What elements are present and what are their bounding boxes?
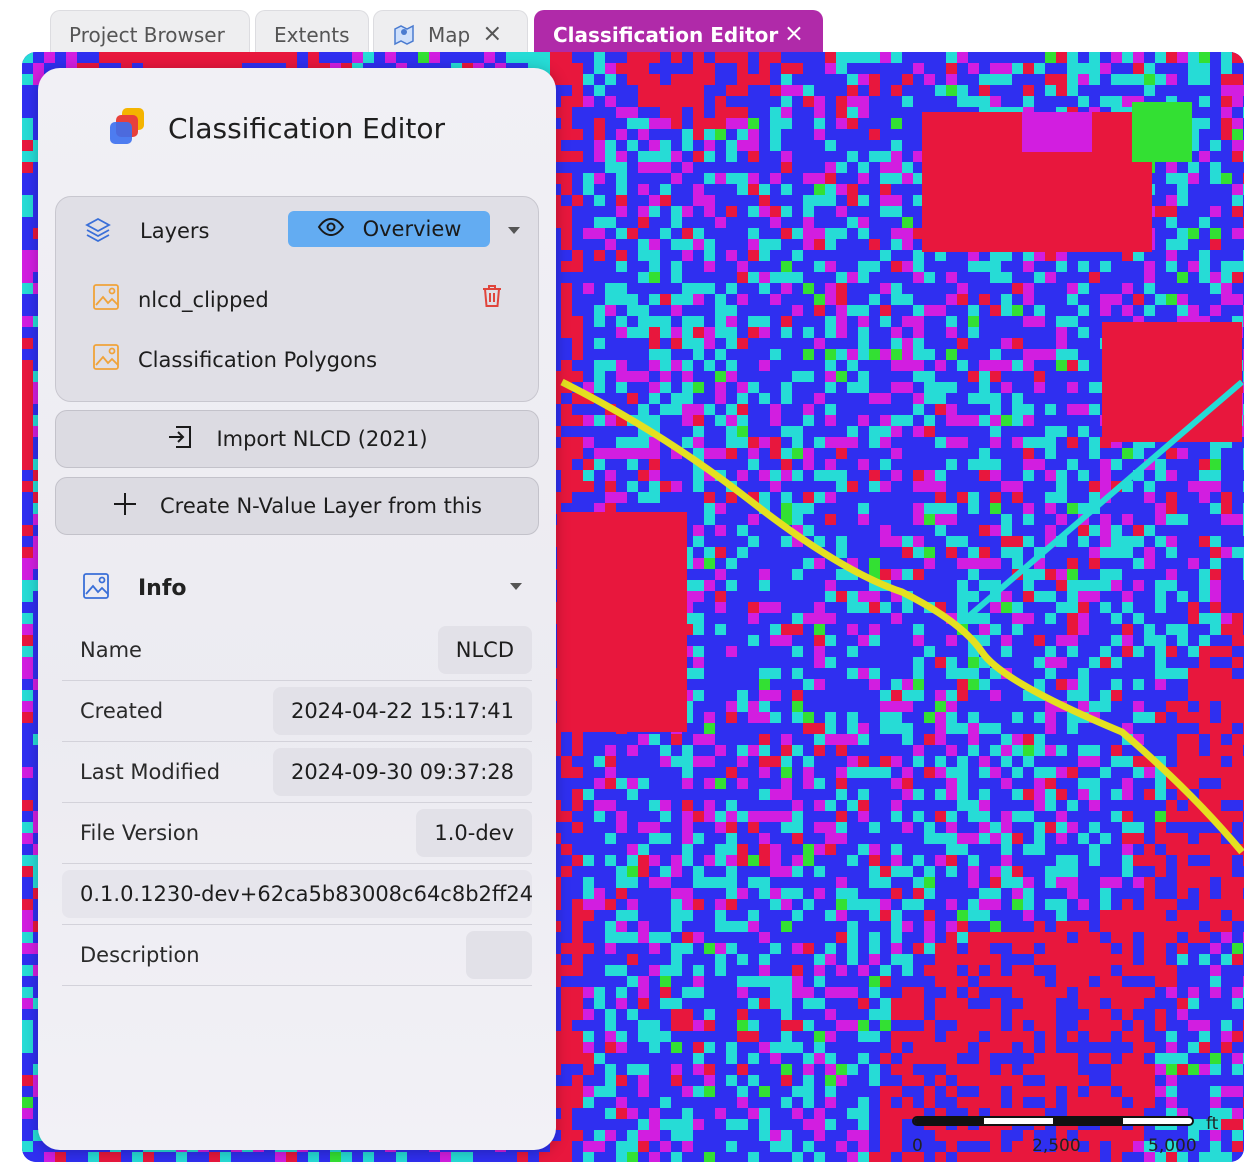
chevron-down-icon[interactable]: [510, 583, 522, 590]
info-value[interactable]: 1.0-dev: [416, 809, 532, 857]
overview-button[interactable]: Overview: [288, 211, 490, 247]
info-header[interactable]: Info: [82, 572, 187, 604]
info-key: Created: [80, 699, 164, 723]
info-table: Name NLCD Created 2024-04-22 15:17:41 La…: [62, 620, 532, 986]
tab-label: Project Browser: [69, 23, 225, 47]
image-layer-icon: [92, 283, 120, 316]
info-row-build-hash: 0.1.0.1230-dev+62ca5b83008c64c8b2ff2441c…: [62, 864, 532, 925]
layers-header[interactable]: Layers: [84, 215, 210, 247]
scale-unit: ft: [1206, 1114, 1219, 1134]
import-nlcd-button[interactable]: Import NLCD (2021): [55, 410, 539, 468]
scale-tick-0: 0: [912, 1136, 923, 1156]
info-key: File Version: [80, 821, 200, 845]
create-label: Create N-Value Layer from this: [160, 494, 482, 518]
classification-editor-panel: Classification Editor Layers Overview nl…: [38, 68, 556, 1150]
tab-map[interactable]: Map ×: [373, 10, 528, 58]
app-logo-icon: [110, 108, 150, 148]
tab-classification-editor[interactable]: Classification Editor ×: [534, 10, 823, 58]
layer-name: nlcd_clipped: [138, 287, 269, 312]
description-field[interactable]: [466, 931, 532, 979]
layers-section: Layers Overview nlcd_clipped Classificat…: [55, 196, 539, 402]
layers-stack-icon: [84, 215, 112, 247]
import-icon: [166, 423, 194, 456]
plus-icon: [112, 491, 138, 522]
panel-header: Classification Editor: [110, 108, 445, 148]
tab-strip: Project Browser Extents Map × Classifica…: [50, 10, 830, 58]
scale-bar-graphic: [912, 1116, 1194, 1126]
trash-icon[interactable]: [480, 283, 504, 313]
info-row-description: Description: [62, 925, 532, 986]
layer-name: Classification Polygons: [138, 347, 378, 372]
panel-title: Classification Editor: [168, 111, 446, 145]
tab-label: Extents: [274, 23, 350, 47]
tab-project-browser[interactable]: Project Browser: [50, 10, 250, 58]
info-key: Name: [80, 638, 142, 662]
info-key: Description: [80, 943, 200, 967]
image-info-icon: [82, 572, 110, 604]
layers-label: Layers: [140, 219, 210, 243]
info-label: Info: [138, 575, 187, 601]
info-value[interactable]: NLCD: [437, 626, 532, 674]
scale-tick-2500: 2,500: [1032, 1136, 1081, 1156]
create-n-value-layer-button[interactable]: Create N-Value Layer from this: [55, 477, 539, 535]
layer-item-classification-polygons[interactable]: Classification Polygons: [92, 343, 377, 376]
image-layer-icon: [92, 343, 120, 376]
info-row-created: Created 2024-04-22 15:17:41: [62, 681, 532, 742]
info-key: Last Modified: [80, 760, 221, 784]
eye-icon: [317, 217, 345, 242]
tab-extents[interactable]: Extents: [255, 10, 369, 58]
info-row-file-version: File Version 1.0-dev: [62, 803, 532, 864]
info-value[interactable]: 2024-09-30 09:37:28: [272, 748, 532, 796]
build-version-value[interactable]: 0.1.0.1230-dev+62ca5b83008c64c8b2ff2441c…: [62, 870, 532, 918]
chevron-down-icon[interactable]: [508, 227, 520, 234]
scale-tick-5000: 5,000: [1148, 1136, 1197, 1156]
import-label: Import NLCD (2021): [216, 427, 428, 451]
layer-item-nlcd-clipped[interactable]: nlcd_clipped: [92, 283, 269, 316]
info-row-last-modified: Last Modified 2024-09-30 09:37:28: [62, 742, 532, 803]
info-value[interactable]: 2024-04-22 15:17:41: [272, 687, 532, 735]
scale-bar: 0 2,500 5,000 ft: [912, 1114, 1230, 1160]
info-row-name: Name NLCD: [62, 620, 532, 681]
overview-label: Overview: [362, 217, 462, 241]
